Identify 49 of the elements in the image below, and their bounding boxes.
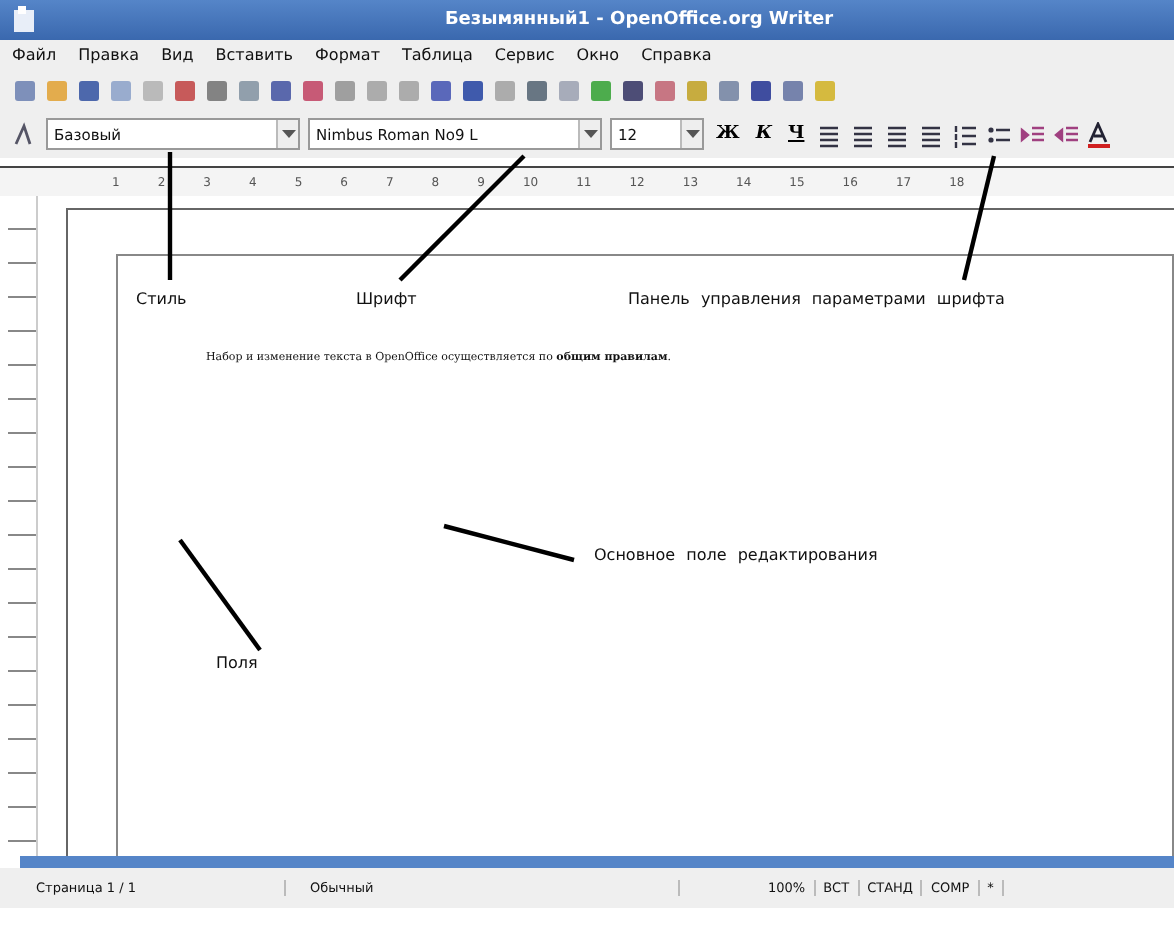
toolbar-icon[interactable]	[620, 77, 646, 103]
leader-line	[398, 154, 526, 282]
menu-item[interactable]: Таблица	[402, 46, 473, 64]
toolbar-icon[interactable]	[748, 77, 774, 103]
app-icon	[12, 6, 36, 34]
leader-line	[178, 538, 262, 652]
window-title: Безымянный1 - OpenOffice.org Writer	[442, 10, 836, 30]
caret-icon	[583, 130, 597, 138]
annotation-label: Панель управления параметрами шрифта	[628, 290, 1005, 308]
menu-item[interactable]: Окно	[576, 46, 620, 64]
align-icon[interactable]	[850, 121, 877, 147]
indent-icon[interactable]	[1054, 121, 1081, 147]
leader-line	[443, 523, 575, 563]
format-button[interactable]: Ч	[784, 124, 809, 144]
menu-item[interactable]: Справка	[641, 46, 712, 64]
menu-item[interactable]: Файл	[12, 46, 57, 64]
annotation-label: Стиль	[136, 290, 187, 308]
annotation-label: Основное поле редактирования	[594, 546, 878, 564]
toolbar-icon[interactable]	[268, 77, 294, 103]
menu-item[interactable]: Правка	[78, 46, 140, 64]
bullet-list-icon[interactable]	[986, 121, 1013, 147]
toolbar-icon[interactable]	[652, 77, 678, 103]
menu-item[interactable]: Сервис	[494, 46, 555, 64]
indent-icon[interactable]	[1020, 121, 1047, 147]
font-color-icon[interactable]	[1088, 121, 1111, 147]
horizontal-scrollbar[interactable]	[20, 856, 1174, 868]
align-icon[interactable]	[884, 121, 911, 147]
align-icon[interactable]	[816, 121, 843, 147]
format-button[interactable]: К	[751, 124, 776, 144]
toolbar-icon[interactable]	[460, 77, 486, 103]
caret-icon	[685, 130, 699, 138]
caret-icon	[281, 130, 295, 138]
menu-item[interactable]: Формат	[315, 46, 380, 64]
format-button[interactable]: Ж	[712, 124, 744, 144]
toolbar-icon[interactable]	[76, 77, 102, 103]
annotation-label: Поля	[216, 654, 258, 672]
leader-line	[961, 155, 997, 281]
toolbar-icon[interactable]	[172, 77, 198, 103]
annotation-label: Шрифт	[356, 290, 417, 308]
toolbar-icon[interactable]	[300, 77, 326, 103]
leader-line	[167, 152, 173, 280]
toolbar-icon[interactable]	[780, 77, 806, 103]
toolbar-icon[interactable]	[204, 77, 230, 103]
toolbar-icon[interactable]	[428, 77, 454, 103]
numbered-list-icon[interactable]	[952, 121, 979, 147]
align-icon[interactable]	[918, 121, 945, 147]
menu-item[interactable]: Вид	[161, 46, 194, 64]
toolbar-icon[interactable]	[524, 77, 550, 103]
menu-item[interactable]: Вставить	[215, 46, 294, 64]
